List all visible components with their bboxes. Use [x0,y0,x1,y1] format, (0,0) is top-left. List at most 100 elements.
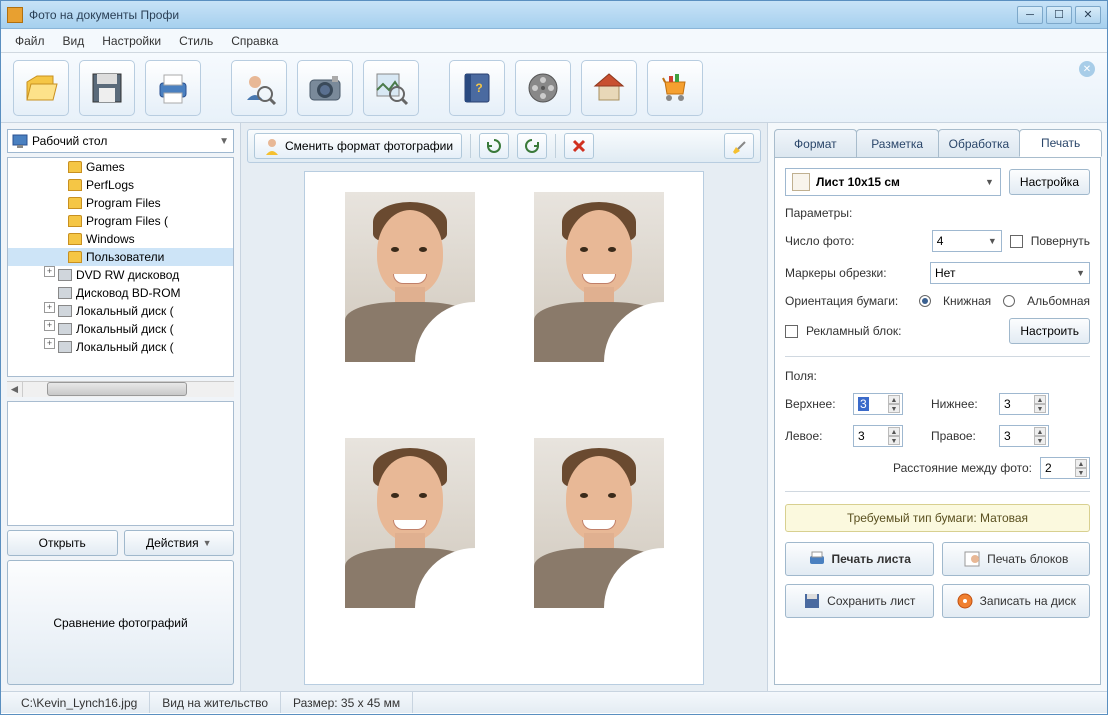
tree-item-games[interactable]: Games [8,158,233,176]
margin-bottom-spinner[interactable]: 3▲▼ [999,393,1049,415]
folder-icon [68,197,82,209]
print-blocks-button[interactable]: Печать блоков [942,542,1091,576]
status-doctype: Вид на жительство [150,692,281,713]
compare-button[interactable]: Сравнение фотографий [7,560,234,685]
photo-count-label: Число фото: [785,234,924,248]
folder-icon [68,251,82,263]
menu-bar: Файл Вид Настройки Стиль Справка [1,29,1107,53]
tab-markup[interactable]: Разметка [856,129,939,157]
tree-item-disk2[interactable]: Локальный диск ( [8,320,233,338]
delete-button[interactable] [564,133,594,159]
change-format-button[interactable]: Сменить формат фотографии [254,133,462,159]
folder-tree[interactable]: Games PerfLogs Program Files Program Fil… [7,157,234,377]
photo-slot[interactable] [345,438,475,608]
orientation-label: Ориентация бумаги: [785,294,898,308]
tab-format[interactable]: Формат [774,129,857,157]
tree-item-windows[interactable]: Windows [8,230,233,248]
tree-item-perflogs[interactable]: PerfLogs [8,176,233,194]
folder-icon [68,233,82,245]
expander-icon[interactable]: + [44,266,55,277]
margin-right-spinner[interactable]: 3▲▼ [999,425,1049,447]
sheet-setup-button[interactable]: Настройка [1009,169,1090,195]
rotate-checkbox[interactable] [1010,235,1023,248]
menu-style[interactable]: Стиль [171,31,221,51]
expander-icon[interactable]: + [44,320,55,331]
margins-label: Поля: [785,369,1090,383]
tree-item-disk3[interactable]: Локальный диск ( [8,338,233,356]
tree-scrollbar[interactable]: ◄ [7,381,234,397]
home-button[interactable] [581,60,637,116]
actions-button[interactable]: Действия▼ [124,530,235,556]
crop-markers-select[interactable]: Нет▼ [930,262,1090,284]
orientation-portrait-radio[interactable] [919,295,931,307]
tree-item-progfiles2[interactable]: Program Files ( [8,212,233,230]
window-title: Фото на документы Профи [29,8,1017,22]
save-button[interactable] [79,60,135,116]
location-combo[interactable]: Рабочий стол ▼ [7,129,234,153]
sheet-size-combo[interactable]: Лист 10x15 см ▼ [785,168,1001,196]
tree-item-progfiles[interactable]: Program Files [8,194,233,212]
status-filepath: C:\Kevin_Lynch16.jpg [9,692,150,713]
photo-search-button[interactable] [363,60,419,116]
adblock-label: Рекламный блок: [806,324,901,338]
desktop-icon [12,134,28,148]
menu-file[interactable]: Файл [7,31,53,51]
photo-gap-spinner[interactable]: 2▲▼ [1040,457,1090,479]
help-close-icon[interactable]: ✕ [1079,61,1095,77]
margin-left-spinner[interactable]: 3▲▼ [853,425,903,447]
open-button[interactable]: Открыть [7,530,118,556]
main-toolbar: ? ✕ [1,53,1107,123]
print-button[interactable] [145,60,201,116]
margin-top-spinner[interactable]: 3▲▼ [853,393,903,415]
tree-item-dvdrw[interactable]: DVD RW дисковод [8,266,233,284]
drive-icon [58,305,72,317]
adblock-checkbox[interactable] [785,325,798,338]
file-browser-panel: Рабочий стол ▼ Games PerfLogs Program Fi… [1,123,241,691]
brush-button[interactable] [724,133,754,159]
status-bar: C:\Kevin_Lynch16.jpg Вид на жительство Р… [1,691,1107,713]
editor-toolbar: Сменить формат фотографии [247,129,761,163]
person-search-button[interactable] [231,60,287,116]
expander-icon[interactable]: + [44,302,55,313]
menu-help[interactable]: Справка [223,31,286,51]
crop-markers-label: Маркеры обрезки: [785,266,922,280]
photo-count-select[interactable]: 4▼ [932,230,1002,252]
photo-slot[interactable] [345,192,475,362]
tree-item-users[interactable]: Пользователи [8,248,233,266]
maximize-button[interactable]: ☐ [1046,6,1072,24]
menu-view[interactable]: Вид [55,31,93,51]
properties-panel: Формат Разметка Обработка Печать Лист 10… [767,123,1107,691]
help-book-button[interactable]: ? [449,60,505,116]
close-button[interactable]: ✕ [1075,6,1101,24]
rotate-right-button[interactable] [517,133,547,159]
photo-slot[interactable] [534,192,664,362]
disc-icon [956,592,974,610]
tree-item-bdrom[interactable]: Дисковод BD-ROM [8,284,233,302]
camera-button[interactable] [297,60,353,116]
print-tab-content: Лист 10x15 см ▼ Настройка Параметры: Чис… [774,157,1101,685]
rotate-left-button[interactable] [479,133,509,159]
tab-print[interactable]: Печать [1019,129,1102,157]
status-size: Размер: 35 x 45 мм [281,692,413,713]
svg-text:?: ? [475,81,482,95]
menu-settings[interactable]: Настройки [94,31,169,51]
drive-icon [58,341,72,353]
chevron-down-icon: ▼ [219,136,229,147]
minimize-button[interactable]: ─ [1017,6,1043,24]
expander-icon[interactable]: + [44,338,55,349]
film-reel-button[interactable] [515,60,571,116]
page-icon [792,173,810,191]
open-folder-button[interactable] [13,60,69,116]
save-sheet-button[interactable]: Сохранить лист [785,584,934,618]
photo-slot[interactable] [534,438,664,608]
drive-icon [58,269,72,281]
orientation-landscape-radio[interactable] [1003,295,1015,307]
tab-processing[interactable]: Обработка [938,129,1021,157]
cart-button[interactable] [647,60,703,116]
adblock-setup-button[interactable]: Настроить [1009,318,1090,344]
print-sheet-button[interactable]: Печать листа [785,542,934,576]
thumbnail-preview [7,401,234,526]
tree-item-disk1[interactable]: Локальный диск ( [8,302,233,320]
app-icon [7,7,23,23]
burn-disc-button[interactable]: Записать на диск [942,584,1091,618]
